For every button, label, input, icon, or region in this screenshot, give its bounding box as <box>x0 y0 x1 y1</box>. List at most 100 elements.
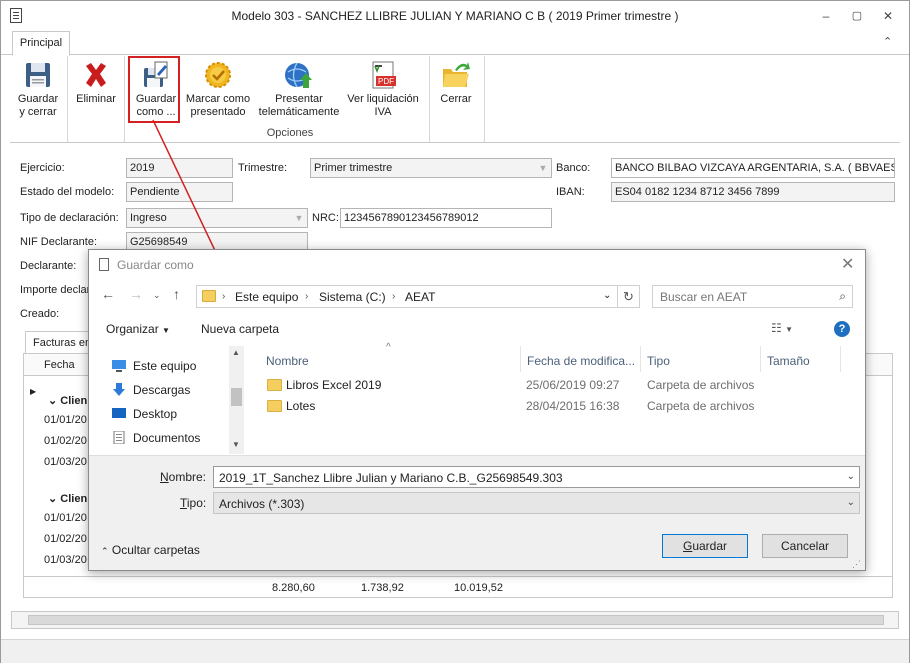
forward-arrow-icon[interactable]: → <box>129 286 143 302</box>
cancelar-button[interactable]: Cancelar <box>762 534 848 558</box>
back-arrow-icon[interactable]: ← <box>101 286 115 302</box>
tipo-label: Tipo: <box>180 496 206 510</box>
scroll-thumb[interactable] <box>231 388 242 406</box>
ver-liquidacion-iva-label: Ver liquidación IVA <box>347 93 419 118</box>
guardar-como-dialog: Guardar como ✕ ← → ⌄ ↑ › Este equipo › S… <box>88 249 866 571</box>
tab-principal[interactable]: Principal <box>12 31 70 56</box>
ejercicio-label: Ejercicio: <box>20 162 65 174</box>
ocultar-carpetas-button[interactable]: ⌃ Ocultar carpetas <box>101 543 200 557</box>
tipo-declaracion-label: Tipo de declaración: <box>20 212 119 224</box>
marcar-como-presentado-button[interactable]: Marcar como presentado <box>184 56 252 126</box>
folder-icon <box>267 400 282 412</box>
file-type: Carpeta de archivos <box>647 378 755 392</box>
breadcrumb-separator-icon: › <box>392 291 396 302</box>
group-row[interactable]: ⌄ Clien <box>48 492 87 505</box>
guardar-button[interactable]: Guardar <box>662 534 748 558</box>
guardar-y-cerrar-button[interactable]: Guardar y cerrar <box>14 56 62 126</box>
folder-exit-icon <box>441 60 471 90</box>
file-type: Carpeta de archivos <box>647 399 755 413</box>
marcar-como-presentado-label: Marcar como presentado <box>185 93 251 118</box>
banco-label: Banco: <box>556 162 591 174</box>
presentar-telematicamente-button[interactable]: Presentar telemáticamente <box>256 56 342 126</box>
horizontal-scrollbar[interactable] <box>11 611 899 629</box>
row-indicator-icon: ▶ <box>30 387 37 396</box>
nueva-carpeta-button[interactable]: Nueva carpeta <box>201 322 279 336</box>
total-base: 8.280,60 <box>272 582 315 594</box>
ver-liquidacion-iva-button[interactable]: PDF Ver liquidación IVA <box>346 56 420 126</box>
address-bar[interactable]: › Este equipo › Sistema (C:) › AEAT ⌄ <box>196 285 618 308</box>
recent-locations-icon[interactable]: ⌄ <box>153 290 161 301</box>
nav-item-desktop[interactable]: Desktop <box>111 407 177 421</box>
close-button[interactable]: ✕ <box>877 7 899 25</box>
eliminar-label: Eliminar <box>76 93 116 105</box>
chevron-down-icon[interactable]: ⌄ <box>847 471 855 482</box>
search-input[interactable]: Buscar en AEAT ⌕ <box>652 285 853 308</box>
dialog-toolbar: Organizar ▼ Nueva carpeta ☷ ▼ ? <box>89 314 865 344</box>
nombre-input[interactable]: 2019_1T_Sanchez Llibre Julian y Mariano … <box>213 466 860 488</box>
folder-icon <box>267 379 282 391</box>
nombre-label: Nombre: <box>160 470 206 484</box>
trimestre-select[interactable]: Primer trimestre ▼ <box>310 158 552 178</box>
floppy-disk-icon <box>23 60 53 90</box>
col-divider <box>520 346 521 372</box>
col-divider <box>760 346 761 372</box>
view-options-icon[interactable]: ☷ ▼ <box>771 321 793 335</box>
col-divider <box>840 346 841 372</box>
col-tamano[interactable]: Tamaño <box>767 354 810 368</box>
refresh-icon[interactable]: ↻ <box>618 285 640 308</box>
window-title: Modelo 303 - SANCHEZ LLIBRE JULIAN Y MAR… <box>231 9 679 23</box>
nrc-label: NRC: <box>312 212 339 224</box>
nav-label: Este equipo <box>133 359 197 373</box>
ribbon-separator <box>484 56 485 142</box>
organizar-menu[interactable]: Organizar ▼ <box>106 322 170 336</box>
tipo-value: Archivos (*.303) <box>219 497 305 511</box>
group-row[interactable]: ⌄ Clien <box>48 394 87 407</box>
dialog-close-icon[interactable]: ✕ <box>841 254 854 274</box>
nav-item-este-equipo[interactable]: Este equipo <box>111 359 196 373</box>
presentar-telematicamente-label: Presentar telemáticamente <box>258 93 340 118</box>
cerrar-button[interactable]: Cerrar <box>434 56 478 126</box>
file-list: ^ Nombre Fecha de modifica... Tipo Tamañ… <box>246 342 865 454</box>
chevron-down-icon[interactable]: ⌄ <box>603 290 611 301</box>
col-tipo[interactable]: Tipo <box>647 354 670 368</box>
breadcrumb-item[interactable]: Este equipo <box>235 290 298 304</box>
guardar-y-cerrar-label: Guardar y cerrar <box>17 93 59 118</box>
nav-scrollbar[interactable]: ▲ ▼ <box>229 346 244 454</box>
file-row[interactable]: Lotes 28/04/2015 16:38 Carpeta de archiv… <box>246 396 865 417</box>
col-nombre[interactable]: Nombre <box>266 354 309 368</box>
tipo-label-text: ipo: <box>186 496 207 510</box>
nav-label: Documentos <box>133 431 201 445</box>
tipo-select[interactable]: Archivos (*.303) ⌄ <box>213 492 860 514</box>
minimize-button[interactable]: – <box>815 7 837 25</box>
group-label: Clien <box>60 493 88 505</box>
scroll-down-icon[interactable]: ▼ <box>232 440 240 449</box>
file-row[interactable]: Libros Excel 2019 25/06/2019 09:27 Carpe… <box>246 375 865 396</box>
guardar-label: uardar <box>692 539 728 553</box>
nrc-field[interactable]: 1234567890123456789012 <box>340 208 552 228</box>
documents-icon <box>111 430 127 445</box>
resize-grip-icon[interactable]: ⋰ <box>852 559 861 570</box>
eliminar-button[interactable]: Eliminar <box>72 56 120 126</box>
nav-item-documentos[interactable]: Documentos <box>111 430 201 445</box>
scroll-thumb[interactable] <box>28 615 884 625</box>
organizar-label: Organizar <box>106 322 159 336</box>
grid-date: 01/03/20 <box>44 456 87 468</box>
trimestre-label: Trimestre: <box>238 162 288 174</box>
nif-label: NIF Declarante: <box>20 236 98 248</box>
maximize-button[interactable]: ▢ <box>846 7 868 25</box>
collapse-ribbon-icon[interactable]: ⌃ <box>883 35 892 48</box>
banco-field[interactable]: BANCO BILBAO VIZCAYA ARGENTARIA, S.A. ( … <box>611 158 895 178</box>
help-icon[interactable]: ? <box>834 321 850 337</box>
iban-field: ES04 0182 1234 8712 3456 7899 <box>611 182 895 202</box>
creado-label: Creado: <box>20 308 60 320</box>
grid-date: 01/02/20 <box>44 435 87 447</box>
up-arrow-icon[interactable]: ↑ <box>173 286 180 302</box>
file-name: Lotes <box>286 399 316 413</box>
breadcrumb-item[interactable]: AEAT <box>405 290 435 304</box>
scroll-up-icon[interactable]: ▲ <box>232 348 240 357</box>
nav-item-descargas[interactable]: Descargas <box>111 383 190 397</box>
col-fecha-modificacion[interactable]: Fecha de modifica... <box>527 354 635 368</box>
breadcrumb-item[interactable]: Sistema (C:) <box>319 290 386 304</box>
desktop-icon <box>111 407 127 420</box>
iban-label: IBAN: <box>556 186 585 198</box>
